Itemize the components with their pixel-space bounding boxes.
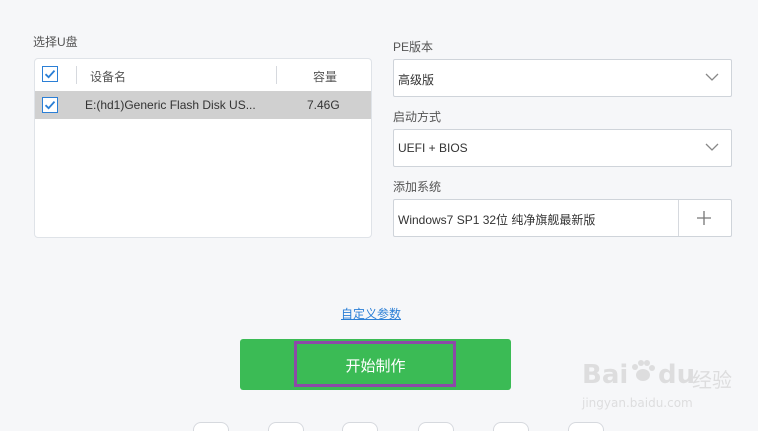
pe-version-value: 高级版 (398, 73, 435, 87)
pe-version-label: PE版本 (393, 40, 434, 54)
device-name: E:(hd1)Generic Flash Disk US... (85, 98, 256, 112)
boot-mode-select[interactable]: UEFI + BIOS (393, 129, 732, 167)
table-header: 设备名 容量 (35, 59, 371, 89)
bottom-tool-button[interactable] (493, 422, 529, 431)
watermark-url: jingyan.baidu.com (582, 396, 693, 410)
add-system-field[interactable]: Windows7 SP1 32位 纯净旗舰最新版 (393, 199, 732, 237)
pe-version-select[interactable]: 高级版 (393, 59, 732, 97)
start-make-label: 开始制作 (345, 358, 406, 375)
start-make-button[interactable]: 开始制作 (240, 339, 511, 390)
chevron-down-icon (705, 143, 719, 151)
select-usb-label: 选择U盘 (33, 35, 78, 49)
row-checkbox[interactable] (42, 97, 58, 113)
bottom-tool-button[interactable] (418, 422, 454, 431)
bottom-tool-button[interactable] (568, 422, 604, 431)
paw-icon (632, 360, 655, 381)
column-divider (276, 66, 277, 84)
check-icon (44, 101, 56, 110)
watermark-brand-suffix: du (658, 360, 696, 390)
watermark-cn: 经验 (692, 368, 732, 392)
usb-device-table: 设备名 容量 E:(hd1)Generic Flash Disk US... 7… (34, 58, 372, 238)
baidu-watermark: Bai du 经验 jingyan.baidu.com (580, 358, 750, 418)
select-all-checkbox[interactable] (42, 66, 58, 82)
add-system-label: 添加系统 (393, 180, 442, 194)
chevron-down-icon (705, 73, 719, 81)
boot-mode-value: UEFI + BIOS (398, 141, 468, 155)
add-system-value: Windows7 SP1 32位 纯净旗舰最新版 (398, 213, 596, 227)
custom-params-link[interactable]: 自定义参数 (341, 305, 401, 322)
watermark-brand: Bai (582, 360, 629, 390)
column-header-capacity: 容量 (313, 70, 338, 84)
bottom-tool-button[interactable] (268, 422, 304, 431)
column-header-device: 设备名 (90, 70, 127, 84)
check-icon (44, 70, 56, 79)
boot-mode-label: 启动方式 (393, 110, 442, 124)
bottom-tool-button[interactable] (193, 422, 229, 431)
plus-icon[interactable] (696, 210, 712, 226)
column-divider (76, 66, 77, 84)
field-divider (678, 200, 679, 236)
table-row[interactable]: E:(hd1)Generic Flash Disk US... 7.46G (35, 91, 371, 119)
device-capacity: 7.46G (307, 98, 340, 112)
usb-boot-maker-window: 选择U盘 设备名 容量 E:(hd1)Generic Flash Disk US… (0, 0, 758, 431)
bottom-tool-button[interactable] (342, 422, 378, 431)
